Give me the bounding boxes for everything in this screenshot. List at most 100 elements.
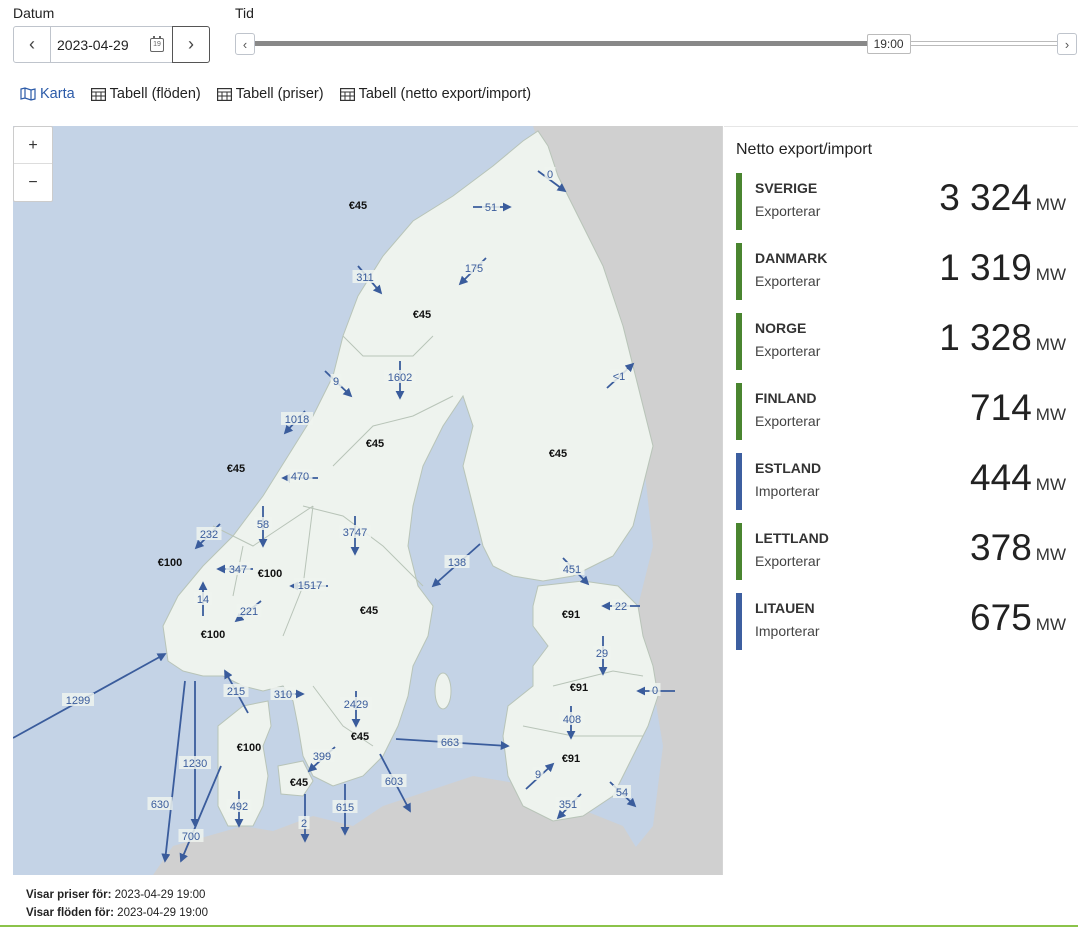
flow-label: 700	[182, 831, 200, 843]
net-value: 1 328	[939, 317, 1032, 358]
price-label: €45	[351, 731, 369, 743]
view-tabs: Karta Tabell (flöden) Tabell (priser) Ta…	[20, 86, 531, 102]
flow-label: 470	[291, 471, 309, 483]
price-label: €100	[237, 742, 261, 754]
price-label: €91	[570, 682, 588, 694]
country-value: 1 328 MW	[939, 317, 1066, 359]
flow-label: 215	[227, 686, 245, 698]
country-row-litauen: LITAUEN Importerar 675 MW	[736, 593, 1066, 650]
status-bar	[736, 593, 742, 650]
panel-title: Netto export/import	[736, 141, 873, 158]
flow-label: 615	[336, 802, 354, 814]
next-day-button[interactable]: ›	[172, 26, 210, 63]
zoom-control: + −	[13, 126, 53, 202]
flow-label: <1	[613, 371, 626, 383]
zoom-in-button[interactable]: +	[14, 127, 52, 164]
date-value: 2023-04-29	[57, 36, 129, 53]
flows-value: 2023-04-29 19:00	[117, 907, 208, 919]
prices-label: Visar priser för:	[26, 889, 112, 901]
net-value: 675	[970, 597, 1032, 638]
table-icon	[90, 87, 106, 101]
price-label: €100	[158, 557, 182, 569]
flow-label: 1018	[285, 414, 309, 426]
status-bar	[736, 523, 742, 580]
country-row-norge: NORGE Exporterar 1 328 MW	[736, 313, 1066, 370]
country-status: Exporterar	[755, 203, 821, 219]
country-status: Exporterar	[755, 343, 821, 359]
net-value: 1 319	[939, 247, 1032, 288]
price-label: €45	[366, 438, 384, 450]
status-bar	[736, 173, 742, 230]
flow-label: 1230	[183, 758, 207, 770]
country-value: 675 MW	[970, 597, 1066, 639]
flow-label: 22	[615, 601, 627, 613]
flow-label: 1602	[388, 372, 412, 384]
flows-timestamp: Visar flöden för: 2023-04-29 19:00	[26, 907, 208, 919]
time-slider-track[interactable]: 19:00	[255, 34, 1057, 54]
flow-label: 310	[274, 689, 292, 701]
price-label: €100	[258, 568, 282, 580]
status-bar	[736, 383, 742, 440]
unit-label: MW	[1035, 265, 1066, 284]
net-value: 3 324	[939, 177, 1032, 218]
flow-label: 14	[197, 594, 209, 606]
status-bar	[736, 453, 742, 510]
unit-label: MW	[1035, 405, 1066, 424]
net-value: 714	[970, 387, 1032, 428]
prices-value: 2023-04-29 19:00	[114, 889, 206, 901]
flow-label: 58	[257, 519, 269, 531]
price-label: €45	[290, 777, 308, 789]
country-name: SVERIGE	[755, 180, 818, 196]
unit-label: MW	[1035, 195, 1066, 214]
time-label: Tid	[235, 5, 254, 21]
flow-label: 451	[563, 564, 581, 576]
country-value: 1 319 MW	[939, 247, 1066, 289]
country-status: Importerar	[755, 483, 820, 499]
calendar-icon[interactable]: 19	[150, 36, 164, 52]
map-canvas: 0 51 311 175 1602 9 1018 470 <1 58 232 3747 347 1517 1…	[13, 126, 722, 875]
net-export-panel: Netto export/import SVERIGE Exporterar 3 3…	[724, 126, 1078, 875]
price-label: €45	[360, 605, 378, 617]
flow-label: 0	[547, 169, 553, 181]
previous-hour-button[interactable]: ‹	[235, 33, 255, 55]
previous-day-button[interactable]: ‹	[13, 26, 51, 63]
flow-label: 399	[313, 751, 331, 763]
tab-tabell-priser[interactable]: Tabell (priser)	[216, 86, 324, 102]
tab-tabell-netto[interactable]: Tabell (netto export/import)	[339, 86, 531, 102]
tab-label: Tabell (flöden)	[109, 86, 201, 102]
country-row-estland: ESTLAND Importerar 444 MW	[736, 453, 1066, 510]
country-name: FINLAND	[755, 390, 817, 406]
tab-label: Karta	[40, 86, 75, 102]
next-hour-button[interactable]: ›	[1057, 33, 1077, 55]
prices-timestamp: Visar priser för: 2023-04-29 19:00	[26, 889, 205, 901]
date-label: Datum	[13, 5, 55, 21]
time-slider-fill	[255, 41, 889, 46]
flow-map[interactable]: 0 51 311 175 1602 9 1018 470 <1 58 232 3747 347 1517 1…	[13, 126, 723, 875]
country-value: 714 MW	[970, 387, 1066, 429]
flow-label: 232	[200, 529, 218, 541]
zoom-out-button[interactable]: −	[14, 164, 52, 201]
time-slider-handle[interactable]: 19:00	[866, 34, 911, 54]
country-status: Exporterar	[755, 553, 821, 569]
tab-tabell-floden[interactable]: Tabell (flöden)	[90, 86, 201, 102]
time-slider[interactable]: ‹ 19:00 ›	[235, 33, 1077, 55]
unit-label: MW	[1035, 545, 1066, 564]
country-value: 3 324 MW	[939, 177, 1066, 219]
tab-karta[interactable]: Karta	[20, 86, 75, 102]
flow-label: 603	[385, 776, 403, 788]
chevron-left-icon: ‹	[29, 34, 35, 54]
country-row-danmark: DANMARK Exporterar 1 319 MW	[736, 243, 1066, 300]
unit-label: MW	[1035, 615, 1066, 634]
flows-label: Visar flöden för:	[26, 907, 114, 919]
country-name: DANMARK	[755, 250, 828, 266]
net-value: 378	[970, 527, 1032, 568]
flow-label: 663	[441, 737, 459, 749]
date-input[interactable]: 2023-04-29 19	[51, 26, 172, 63]
flow-label: 311	[356, 272, 374, 284]
flow-label: 2	[301, 818, 307, 830]
chevron-right-icon: ›	[1064, 36, 1070, 52]
country-name: ESTLAND	[755, 460, 822, 476]
flow-label: 221	[240, 606, 258, 618]
flow-label: 9	[535, 769, 541, 781]
unit-label: MW	[1035, 475, 1066, 494]
